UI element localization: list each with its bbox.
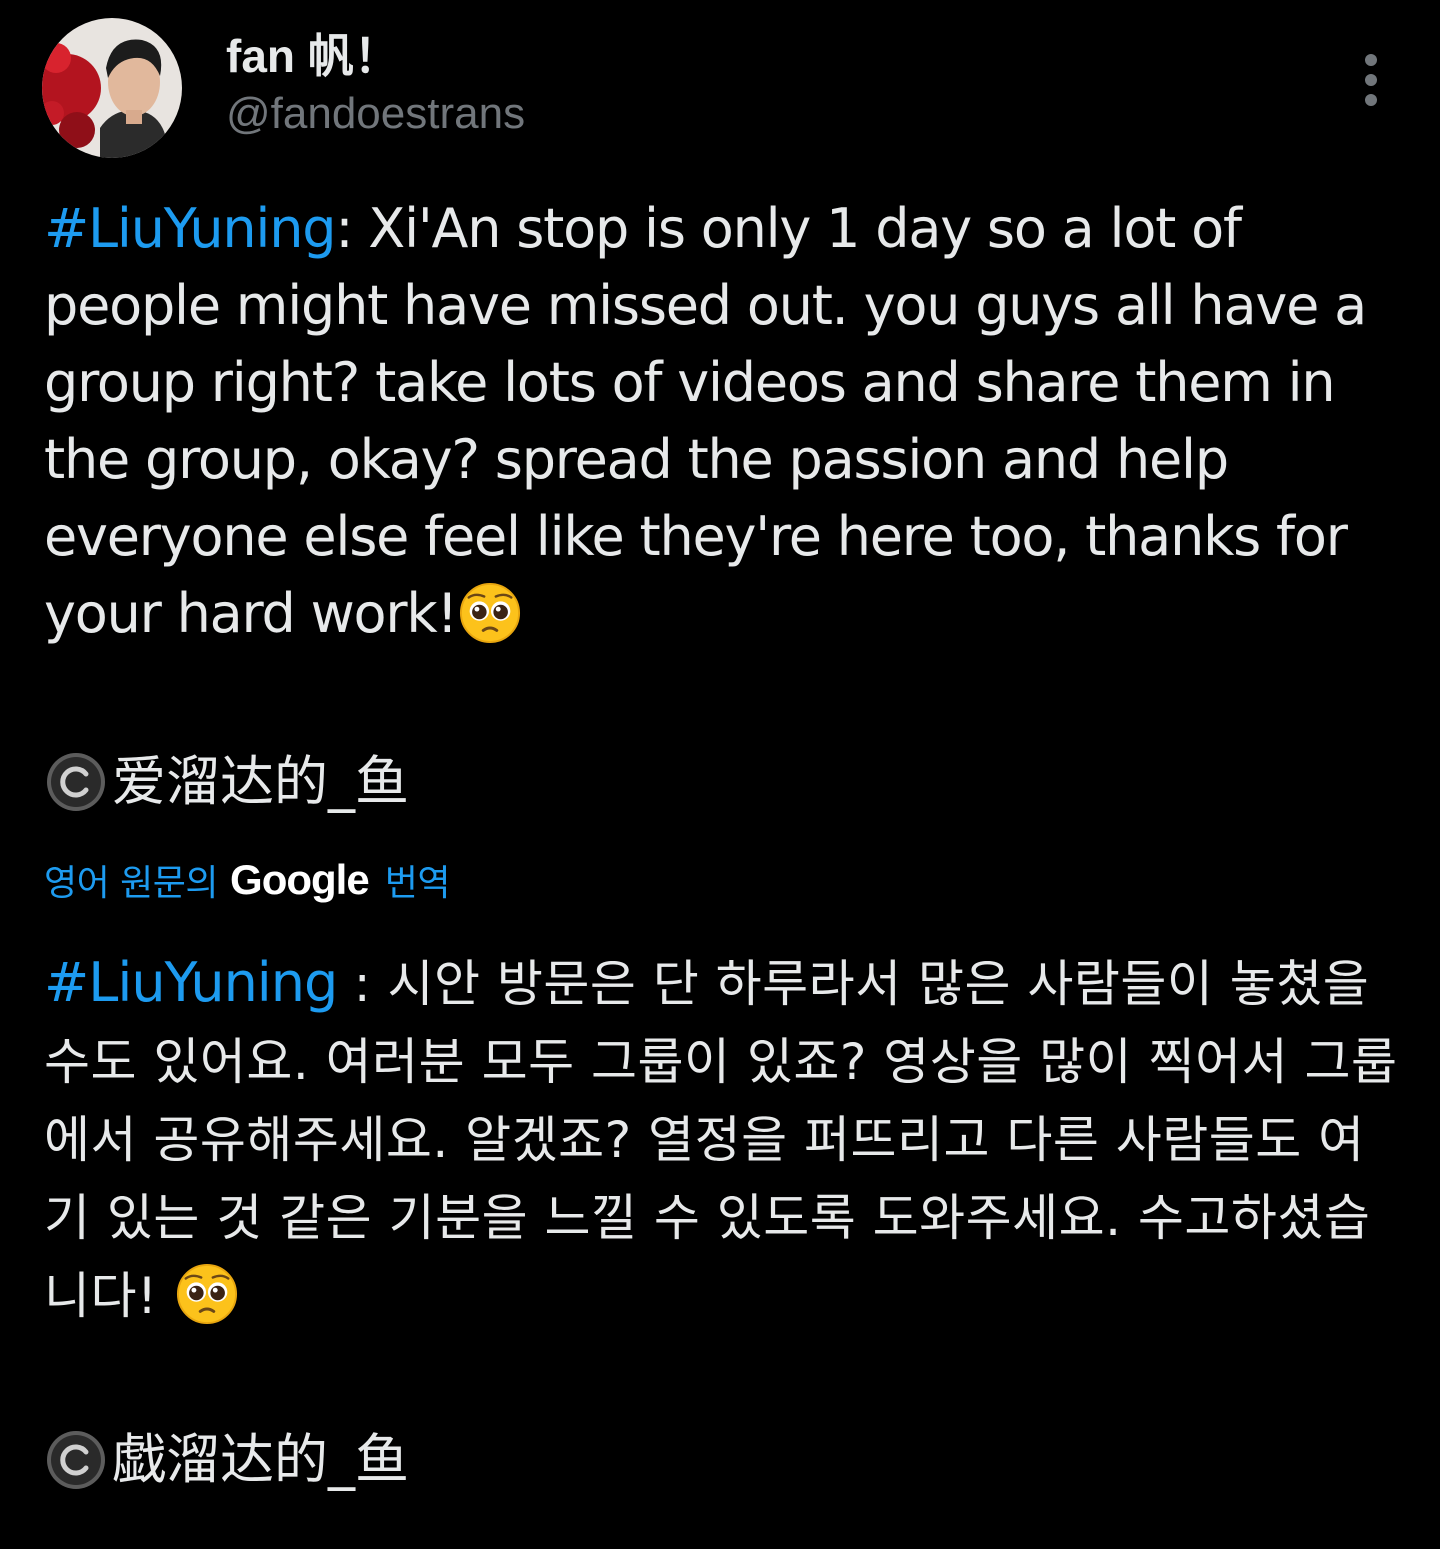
vertical-ellipsis-icon [1365,54,1377,106]
pleading-face-emoji [176,1263,237,1325]
credit-name: 爱溜达的_鱼 [112,750,409,813]
translated-text: #LiuYuning : 시안 방문은 단 하루라서 많은 사람들이 놓쳤을 수… [44,944,1404,1335]
avatar[interactable] [42,18,182,158]
translation-attribution[interactable]: 영어 원문의 Google 번역 [44,852,450,908]
tweet-body: : Xi'An stop is only 1 day so a lot of p… [44,197,1367,645]
copyright-icon [47,753,105,811]
photo-credit: 爱溜达的_鱼 [44,750,409,814]
pleading-face-emoji [459,582,520,644]
credit-name: 戯溜达的_鱼 [112,1428,409,1491]
author-names: fan 帆！ @fandoestrans [226,32,525,138]
hashtag-link[interactable]: #LiuYuning [44,197,337,260]
translation-prefix: 영어 원문의 [44,863,219,904]
tweet-header: fan 帆！ @fandoestrans [42,18,1398,158]
copyright-icon [47,1431,105,1489]
avatar-image [42,18,182,158]
user-handle[interactable]: @fandoestrans [226,90,525,138]
google-logo: Google [230,856,370,903]
display-name[interactable]: fan 帆！ [226,32,525,80]
hashtag-link[interactable]: #LiuYuning [44,951,338,1014]
more-options-button[interactable] [1344,44,1398,116]
tweet-text: #LiuYuning: Xi'An stop is only 1 day so … [44,190,1404,652]
translation-suffix: 번역 [384,863,451,904]
photo-credit: 戯溜达的_鱼 [44,1428,409,1492]
